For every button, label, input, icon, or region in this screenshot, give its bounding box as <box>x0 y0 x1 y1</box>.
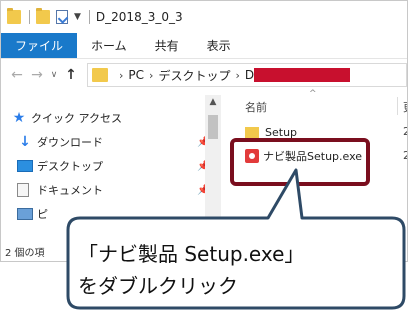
recent-locations-chevron-icon[interactable]: ∨ <box>47 70 61 80</box>
window-title: D_2018_3_0_3 <box>95 10 183 24</box>
pictures-icon <box>17 208 33 220</box>
forward-arrow-icon[interactable]: → <box>27 67 47 83</box>
callout-line-1: 「ナビ製品 Setup.exe」 <box>78 242 305 266</box>
sort-chevron-icon: ^ <box>309 89 317 99</box>
breadcrumb-current[interactable]: D <box>245 68 254 82</box>
tab-home[interactable]: ホーム <box>77 33 141 58</box>
redacted-path <box>254 68 351 82</box>
document-icon <box>17 183 29 197</box>
column-header-modified[interactable]: 更 <box>403 99 407 115</box>
navigation-scrollbar[interactable]: ▲ <box>205 95 221 255</box>
sidebar-item-documents[interactable]: ドキュメント <box>17 179 103 201</box>
up-arrow-icon[interactable]: ↑ <box>61 67 81 83</box>
callout-line-2: をダブルクリック <box>78 274 238 298</box>
customize-toolbar-icon[interactable]: ▼ <box>74 12 81 22</box>
title-bar: ▼ D_2018_3_0_3 <box>1 1 407 33</box>
tab-share[interactable]: 共有 <box>141 33 193 58</box>
navigation-pane: ★ クイック アクセス ↓ ダウンロード 📌 デスクトップ 📌 ドキュメント 📌… <box>1 93 227 261</box>
breadcrumb-chevron-icon: › <box>235 68 240 82</box>
status-bar-item-count: 2 個の項 <box>5 248 45 259</box>
breadcrumb-chevron-icon: › <box>149 68 154 82</box>
sidebar-item-pictures[interactable]: ピ <box>17 203 48 225</box>
sidebar-item-label: ダウンロード <box>37 136 103 149</box>
tab-view[interactable]: 表示 <box>193 33 245 58</box>
back-arrow-icon[interactable]: ← <box>7 67 27 83</box>
tab-file[interactable]: ファイル <box>1 33 78 58</box>
title-separator <box>29 10 30 24</box>
file-name: Setup <box>265 125 298 139</box>
address-folder-icon <box>92 68 108 82</box>
breadcrumb-chevron-icon: › <box>119 68 124 82</box>
column-divider[interactable] <box>397 97 398 115</box>
breadcrumb-pc[interactable]: PC <box>128 68 144 82</box>
folder-icon <box>245 126 259 138</box>
sidebar-item-label: ドキュメント <box>37 184 103 197</box>
scroll-thumb[interactable] <box>208 115 218 139</box>
ribbon-tabs: ファイル ホーム 共有 表示 <box>1 33 407 59</box>
star-icon: ★ <box>12 110 26 126</box>
highlight-frame <box>230 138 370 186</box>
download-arrow-icon: ↓ <box>19 134 31 150</box>
sidebar-item-desktop[interactable]: デスクトップ <box>17 155 103 177</box>
address-bar: ← → ∨ ↑ › PC › デスクトップ › D <box>1 59 407 91</box>
file-date-partial: 2 <box>403 149 407 162</box>
scroll-up-arrow-icon[interactable]: ▲ <box>205 95 221 109</box>
sidebar-item-label: ピ <box>37 208 48 221</box>
quick-folder-icon[interactable] <box>36 8 50 24</box>
title-separator-2 <box>88 10 90 24</box>
sidebar-item-label: クイック アクセス <box>31 112 122 125</box>
folder-icon <box>7 8 21 24</box>
explorer-window: ▼ D_2018_3_0_3 ファイル ホーム 共有 表示 ← → ∨ ↑ › … <box>0 0 408 262</box>
sidebar-item-quick-access[interactable]: ★ クイック アクセス <box>11 107 122 129</box>
properties-icon[interactable] <box>56 10 68 24</box>
breadcrumb-desktop[interactable]: デスクトップ <box>158 67 230 84</box>
desktop-icon <box>17 160 33 172</box>
column-header-name[interactable]: 名前 <box>245 99 267 115</box>
sidebar-item-label: デスクトップ <box>37 160 103 173</box>
sidebar-item-downloads[interactable]: ↓ ダウンロード <box>17 131 103 153</box>
file-date-partial: 2 <box>403 125 407 138</box>
address-input[interactable]: › PC › デスクトップ › D <box>87 63 407 87</box>
